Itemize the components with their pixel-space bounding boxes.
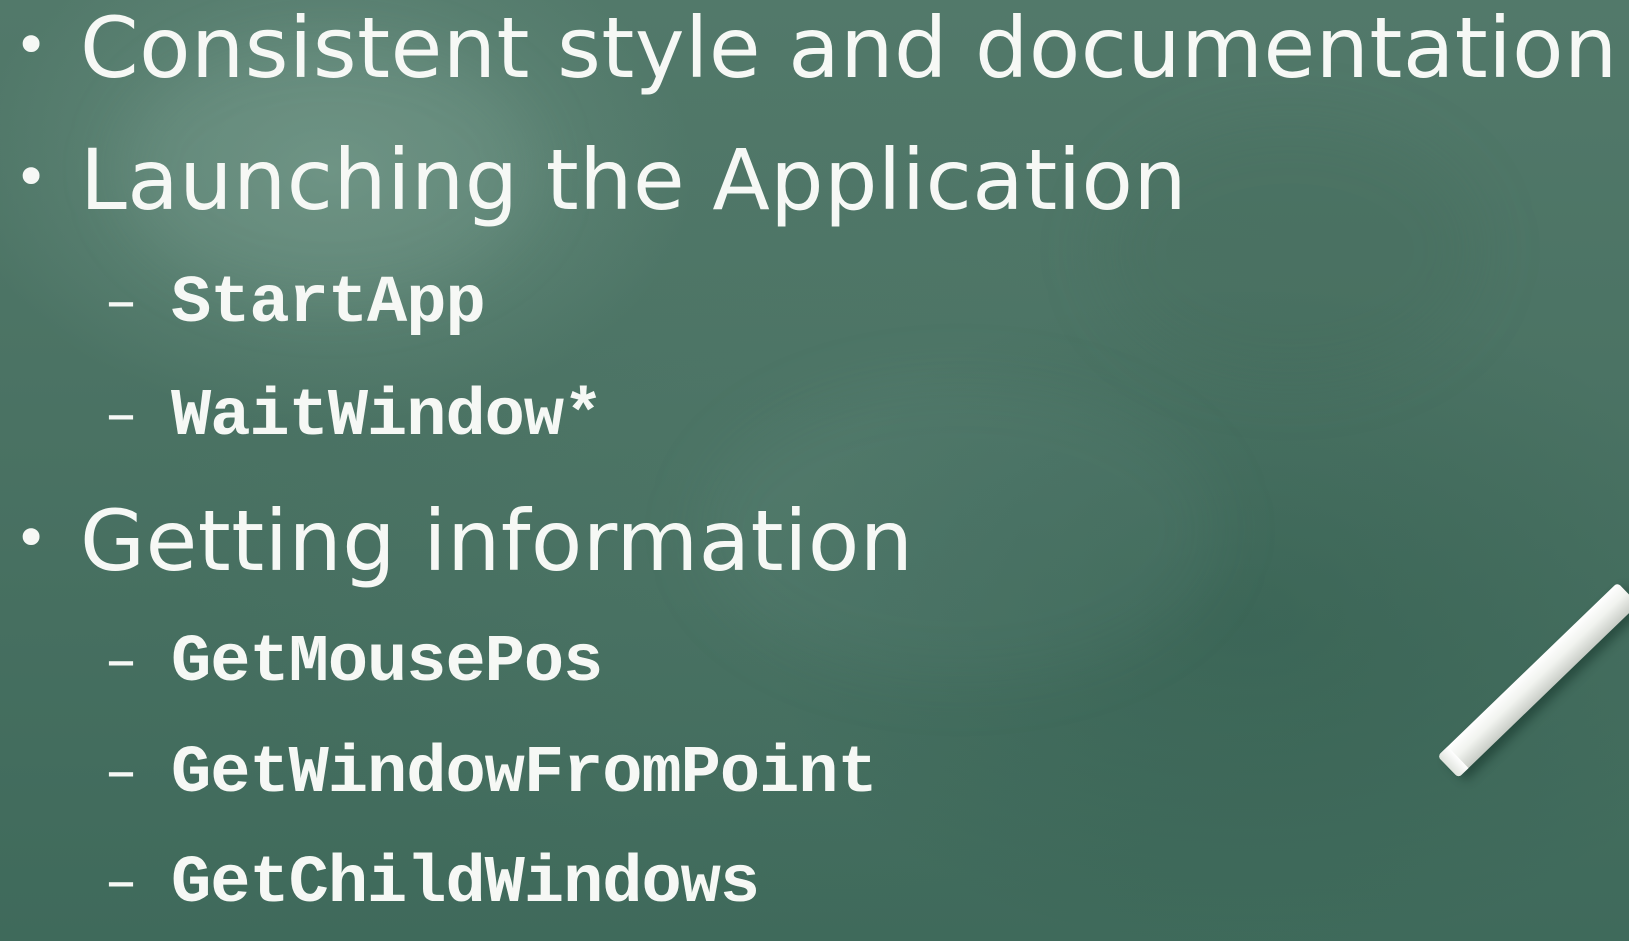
dash-icon: – <box>106 266 136 336</box>
dash-icon: – <box>106 846 136 916</box>
chalk-stick-tip <box>1437 746 1469 778</box>
slide-subitem-text: GetWindowFromPoint <box>171 736 878 812</box>
chalkboard-background: • Consistent style and documentation • L… <box>0 0 1629 941</box>
chalk-stick <box>1437 582 1629 778</box>
dash-icon: – <box>106 736 136 806</box>
slide-subitem-text: WaitWindow* <box>171 379 603 455</box>
slide-subitem-text: StartApp <box>171 266 486 342</box>
bullet-icon: • <box>14 504 49 572</box>
slide-subitem-text: GetChildWindows <box>171 846 760 922</box>
bullet-icon: • <box>14 11 49 79</box>
slide-item-text: Consistent style and documentation <box>80 0 1618 97</box>
slide-item-text: Launching the Application <box>80 131 1188 229</box>
dash-icon: – <box>106 625 136 695</box>
slide-subitem-text: GetMousePos <box>171 625 603 701</box>
slide-item-text: Getting information <box>80 492 914 590</box>
bullet-icon: • <box>14 143 49 211</box>
dash-icon: – <box>106 379 136 449</box>
